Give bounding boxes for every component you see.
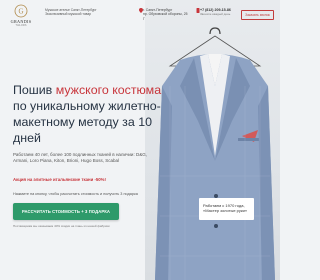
hero-title-part2: по уникальному жилетно-макетному методу … [13,99,161,145]
logo-sub: TAILORS [15,24,27,27]
svg-text:G: G [18,8,23,16]
badge-line: «Мастер золотые руки» [203,208,248,214]
header-tagline: Мужское ателье Санкт-Петербург Эксклюзив… [45,8,115,17]
hero-description: Работаем 40 лет, более 100 подлинных тка… [13,152,147,164]
cta-note: Поставщикам мы оказываем 40% скидки на т… [13,224,110,228]
cta-hint: Нажмите на кнопку, чтобы рассчитать стои… [13,192,138,196]
grandis-logo-icon: G [14,4,28,18]
hero-title: Пошив мужского костюма по уникальному жи… [13,82,178,146]
address-line: пр. Обуховской обороны, 25 Г [143,12,188,21]
calculate-cost-button[interactable]: РАССЧИТАТЬ СТОИМОСТЬ + 3 ПОДАРКА [13,203,119,220]
callback-button[interactable]: Заказать звонок [241,10,274,20]
phone-subtitle: Звоните каждый день [200,12,231,17]
suit-jacket-image [155,27,275,280]
tagline-line: Эксклюзивный мужской товар [45,12,92,17]
experience-badge: Работаем с 1970 года, «Мастер золотые ру… [199,198,254,220]
promo-text: Акция на элитные итальянские ткани -50%! [13,177,106,182]
hero-title-part1: Пошив [13,83,56,97]
logo[interactable]: G GRANDIS TAILORS [8,4,34,27]
phone-number[interactable]: +7 (812) 209-15-86 [200,8,231,12]
site-header: G GRANDIS TAILORS Мужское ателье Санкт-П… [0,0,280,44]
header-address: г. Санкт-Петербург пр. Обуховской оборон… [143,8,189,21]
hero-title-accent: мужского костюма [55,83,162,97]
header-phone[interactable]: +7 (812) 209-15-86 Звоните каждый день [200,8,236,17]
